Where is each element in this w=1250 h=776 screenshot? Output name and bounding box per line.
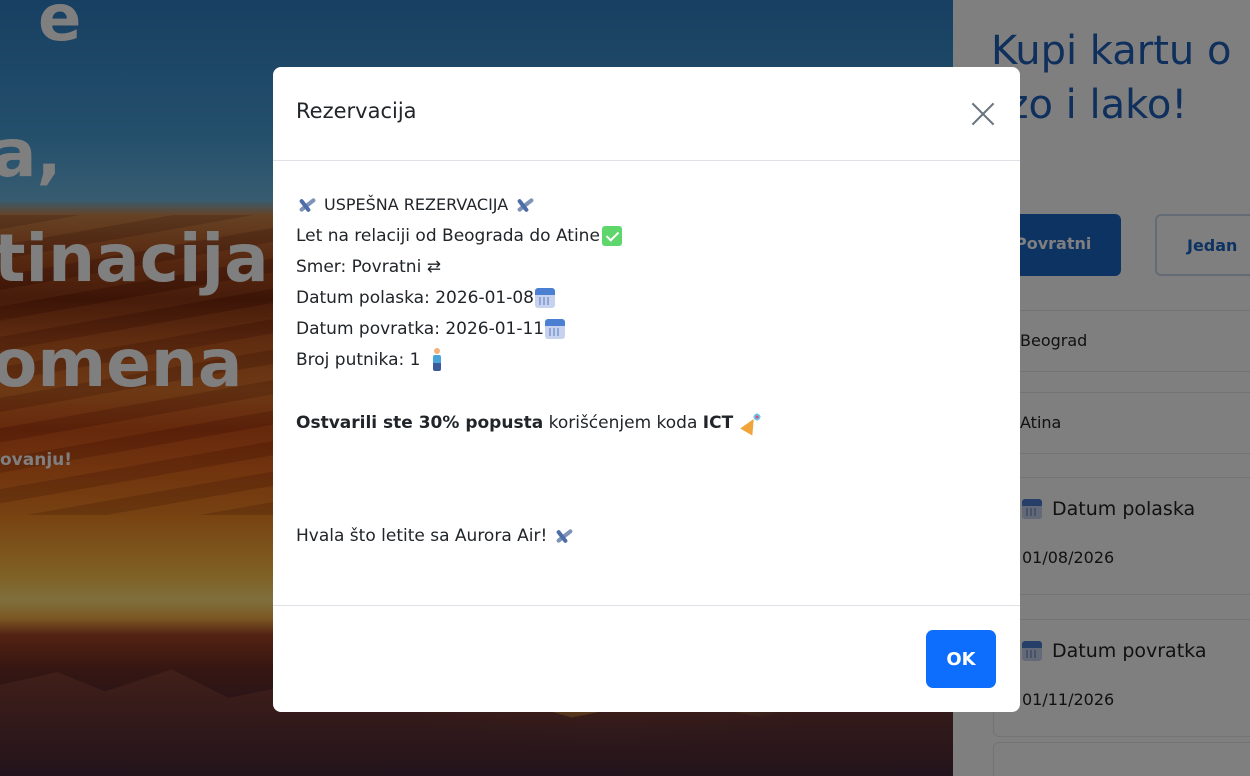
return-line: Datum povratka: 2026-01-11	[296, 313, 1020, 344]
passengers-line: Broj putnika: 1	[296, 344, 1020, 375]
discount-code: ICT	[702, 412, 734, 433]
airplane-icon	[553, 526, 575, 546]
close-icon[interactable]	[968, 99, 998, 129]
direction-line: Smer: Povratni ⇄	[296, 256, 441, 277]
calendar-icon	[545, 318, 566, 339]
discount-bold-text: Ostvarili ste 30% popusta	[296, 412, 544, 433]
passengers-text: Broj putnika: 1	[296, 349, 421, 370]
modal-header: Rezervacija	[273, 67, 1020, 161]
person-icon	[432, 347, 442, 372]
calendar-icon	[535, 287, 555, 308]
reservation-modal: Rezervacija USPEŠNA REZERVACIJA Let na r…	[273, 67, 1020, 712]
modal-footer: OK	[273, 606, 1020, 712]
ok-button[interactable]: OK	[926, 630, 996, 688]
party-popper-icon	[741, 412, 763, 434]
departure-line: Datum polaska: 2026-01-08	[296, 282, 1020, 313]
airplane-icon	[296, 195, 318, 215]
discount-line: Ostvarili ste 30% popusta korišćenjem ko…	[296, 407, 1020, 438]
airplane-icon	[514, 195, 536, 215]
departure-text: Datum polaska: 2026-01-08	[296, 287, 534, 308]
modal-title: Rezervacija	[296, 99, 417, 123]
thanks-text: Hvala što letite sa Aurora Air!	[296, 525, 548, 546]
discount-text: korišćenjem koda	[543, 412, 703, 433]
success-heading-text: USPEŠNA REZERVACIJA	[324, 194, 509, 214]
return-text: Datum povratka: 2026-01-11	[296, 318, 545, 339]
thanks-line: Hvala što letite sa Aurora Air!	[296, 520, 1020, 551]
route-text: Let na relaciji od Beograda do Atine	[296, 225, 600, 246]
modal-body: USPEŠNA REZERVACIJA Let na relaciji od B…	[273, 161, 1020, 606]
route-line: Let na relaciji od Beograda do Atine	[296, 220, 1020, 251]
check-icon	[601, 225, 622, 246]
success-heading: USPEŠNA REZERVACIJA	[296, 189, 1020, 220]
